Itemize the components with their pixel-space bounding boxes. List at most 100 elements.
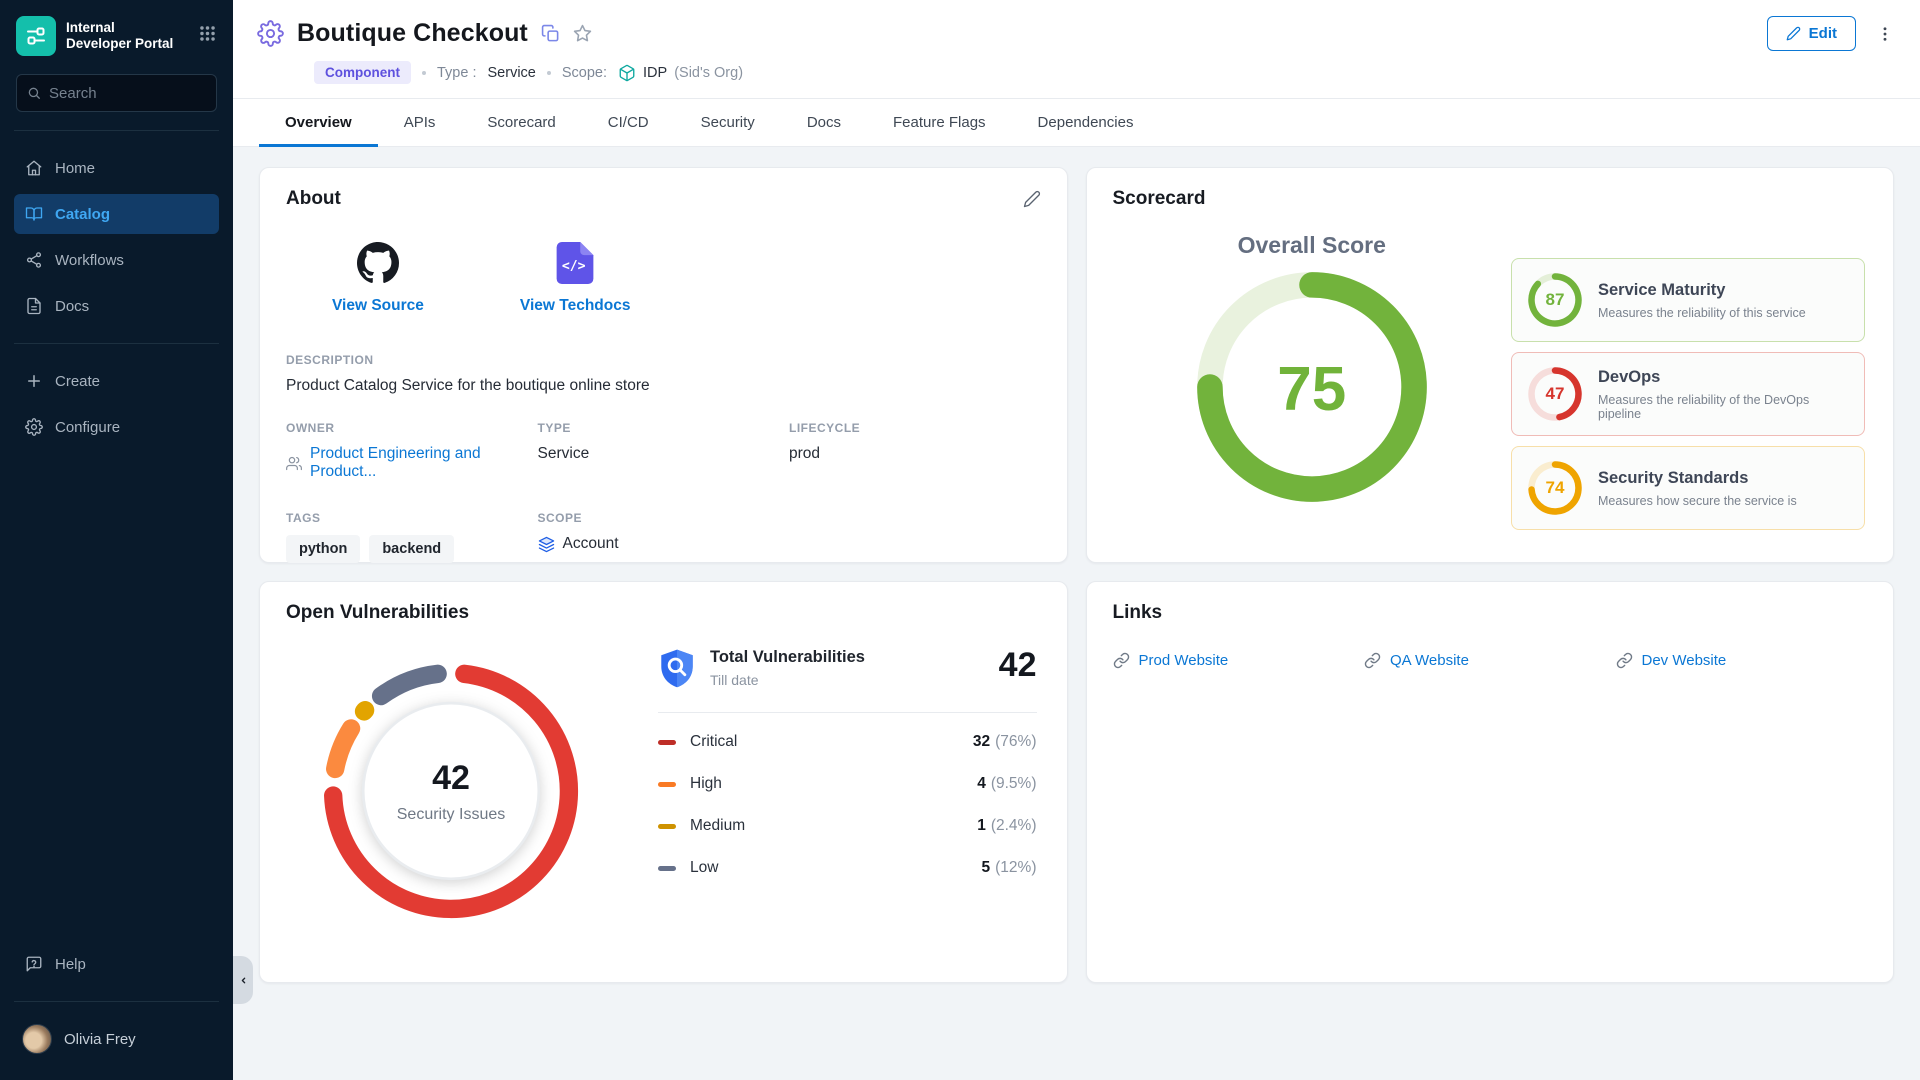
chevron-left-icon: [239, 976, 248, 985]
owner-link[interactable]: Product Engineering and Product...: [286, 445, 538, 481]
score-gauge: 47: [1528, 367, 1582, 421]
sidebar-item-configure[interactable]: Configure: [14, 407, 219, 447]
legend-pct: (76%): [995, 733, 1036, 750]
owner-label: OWNER: [286, 421, 538, 435]
type-label: TYPE: [538, 421, 790, 435]
score-gauge: 87: [1528, 273, 1582, 327]
medium-swatch: [658, 824, 676, 829]
scorecard-item-service-maturity[interactable]: 87 Service Maturity Measures the reliabi…: [1511, 258, 1865, 342]
user-menu[interactable]: Olivia Frey: [14, 1018, 219, 1060]
tab-feature-flags[interactable]: Feature Flags: [867, 99, 1012, 146]
content-grid: About View Source: [233, 147, 1920, 1080]
legend-label: Low: [690, 859, 718, 877]
scorecard-heading: Scorecard: [1113, 188, 1206, 210]
tab-cicd[interactable]: CI/CD: [582, 99, 675, 146]
more-options-kebab-icon[interactable]: [1876, 25, 1894, 43]
scorecard-item-title: DevOps: [1598, 368, 1848, 387]
about-edit-pencil-icon[interactable]: [1023, 190, 1041, 208]
shield-scan-icon: [658, 648, 696, 692]
tab-apis[interactable]: APIs: [378, 99, 462, 146]
description-label: DESCRIPTION: [286, 353, 1041, 367]
tab-scorecard[interactable]: Scorecard: [461, 99, 581, 146]
home-icon: [25, 159, 43, 177]
sidebar-item-catalog[interactable]: Catalog: [14, 194, 219, 234]
svg-text:</>: </>: [562, 259, 586, 274]
sidebar-collapse-handle[interactable]: [233, 956, 253, 1004]
sidebar-item-create[interactable]: Create: [14, 361, 219, 401]
total-vulnerabilities-value: 42: [999, 648, 1037, 682]
techdocs-icon: </>: [556, 242, 594, 284]
gear-icon: [25, 418, 43, 436]
link-qa-website[interactable]: QA Website: [1364, 652, 1616, 669]
sidebar-item-docs[interactable]: Docs: [14, 286, 219, 326]
sidebar-divider: [14, 130, 219, 131]
score-value: 74: [1528, 461, 1582, 515]
entity-kind-badge: Component: [314, 61, 411, 84]
link-label: QA Website: [1390, 652, 1469, 669]
view-source-label: View Source: [332, 297, 424, 315]
copy-icon[interactable]: [541, 24, 560, 43]
user-avatar: [22, 1024, 52, 1054]
view-techdocs-link[interactable]: </> View Techdocs: [520, 242, 631, 315]
main-area: Boutique Checkout Edi: [233, 0, 1920, 1080]
scorecard-item-title: Security Standards: [1598, 469, 1797, 488]
overall-score-label: Overall Score: [1238, 232, 1386, 259]
scorecard-item-security-standards[interactable]: 74 Security Standards Measures how secur…: [1511, 446, 1865, 530]
link-prod-website[interactable]: Prod Website: [1113, 652, 1365, 669]
tab-overview[interactable]: Overview: [259, 99, 378, 146]
sidebar-item-home[interactable]: Home: [14, 148, 219, 188]
tag-chip[interactable]: python: [286, 535, 360, 563]
tab-security[interactable]: Security: [675, 99, 781, 146]
edit-button[interactable]: Edit: [1767, 16, 1856, 51]
dot-separator: [547, 71, 551, 75]
sidebar-item-help[interactable]: Help: [14, 944, 219, 984]
total-vulnerabilities-title: Total Vulnerabilities: [710, 648, 865, 667]
tags-label: TAGS: [286, 511, 538, 525]
vulnerabilities-heading: Open Vulnerabilities: [286, 602, 469, 624]
edit-button-label: Edit: [1809, 25, 1837, 42]
apps-grid-icon[interactable]: [198, 24, 217, 48]
legend-label: High: [690, 775, 722, 793]
link-icon: [1616, 652, 1633, 669]
legend-row-critical: Critical 32(76%): [658, 721, 1037, 763]
type-label: Type :: [437, 65, 477, 81]
view-source-link[interactable]: View Source: [332, 242, 424, 315]
search-input[interactable]: [16, 74, 217, 112]
description-value: Product Catalog Service for the boutique…: [286, 377, 1041, 395]
tag-chip[interactable]: backend: [369, 535, 454, 563]
link-label: Dev Website: [1642, 652, 1727, 669]
sidebar-item-label: Home: [55, 160, 95, 177]
sidebar-item-label: Help: [55, 956, 86, 973]
till-date-subtitle: Till date: [710, 672, 865, 688]
divider: [658, 712, 1037, 713]
tab-docs[interactable]: Docs: [781, 99, 867, 146]
vulnerabilities-card: Open Vulnerabilities 42 Security Issues: [259, 581, 1068, 983]
legend-row-low: Low 5(12%): [658, 847, 1037, 889]
layers-icon: [538, 536, 555, 553]
app-title: Internal Developer Portal: [66, 20, 173, 52]
scope-value: IDP: [643, 65, 667, 81]
scorecard-item-description: Measures how secure the service is: [1598, 494, 1797, 508]
user-name: Olivia Frey: [64, 1031, 136, 1048]
lifecycle-label: LIFECYCLE: [789, 421, 1041, 435]
legend-pct: (12%): [995, 859, 1036, 876]
tab-dependencies[interactable]: Dependencies: [1012, 99, 1160, 146]
legend-pct: (2.4%): [991, 817, 1037, 834]
favorite-star-icon[interactable]: [573, 24, 592, 43]
legend-label: Medium: [690, 817, 745, 835]
type-value: Service: [488, 65, 536, 81]
legend-row-medium: Medium 1(2.4%): [658, 805, 1037, 847]
scope-label: Scope:: [562, 65, 607, 81]
vulnerabilities-donut-chart: 42 Security Issues: [286, 660, 616, 922]
link-dev-website[interactable]: Dev Website: [1616, 652, 1868, 669]
search-field[interactable]: [49, 85, 206, 102]
sidebar-item-workflows[interactable]: Workflows: [14, 240, 219, 280]
link-label: Prod Website: [1139, 652, 1229, 669]
workflows-icon: [25, 251, 43, 269]
legend-value: 4: [977, 775, 986, 792]
scorecard-item-description: Measures the reliability of the DevOps p…: [1598, 393, 1848, 421]
scorecard-item-devops[interactable]: 47 DevOps Measures the reliability of th…: [1511, 352, 1865, 436]
score-value: 87: [1528, 273, 1582, 327]
sidebar: Internal Developer Portal Home: [0, 0, 233, 1080]
about-card: About View Source: [259, 167, 1068, 563]
